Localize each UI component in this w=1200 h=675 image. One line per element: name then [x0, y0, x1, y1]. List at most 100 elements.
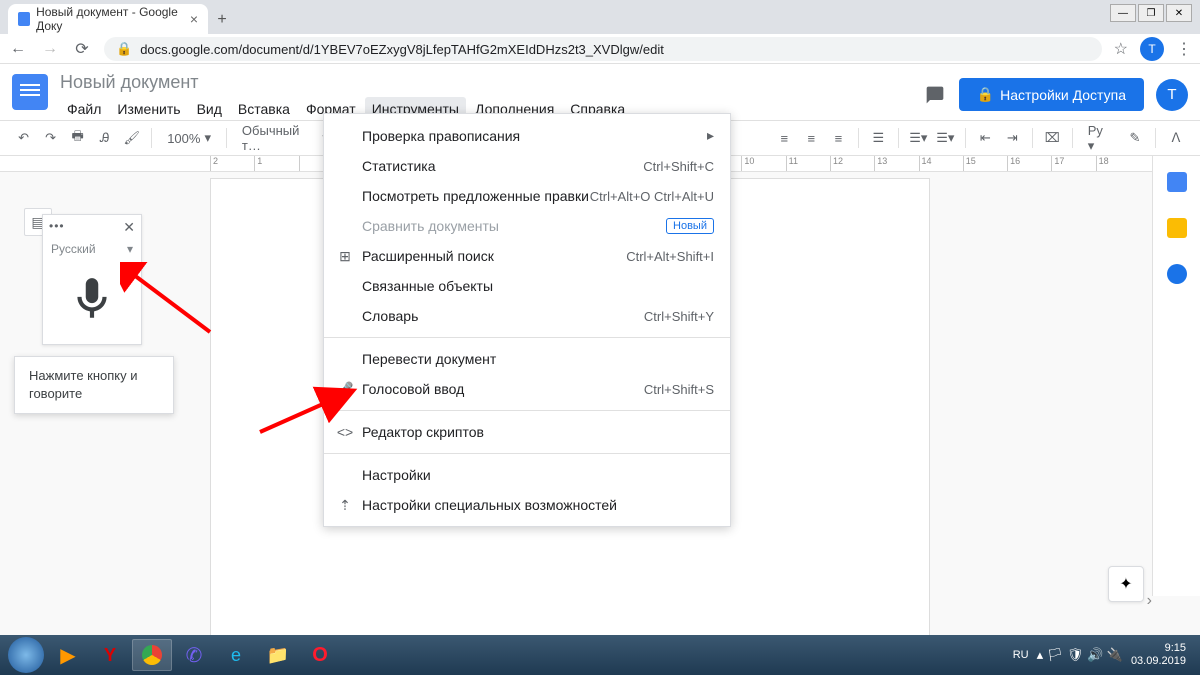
dropdown-item-label: Расширенный поиск	[362, 248, 494, 264]
clear-format-button[interactable]: ⌧	[1041, 126, 1064, 150]
taskbar-explorer[interactable]: 📁	[258, 639, 298, 671]
dropdown-item-icon: ⇡	[336, 497, 354, 514]
bulleted-list-button[interactable]: ☰▾	[934, 126, 957, 150]
ruler-tick: 15	[963, 156, 1007, 171]
zoom-select[interactable]: 100% ▾	[160, 127, 218, 149]
dropdown-item[interactable]: Перевести документ	[324, 344, 730, 374]
taskbar-yandex[interactable]: Y	[90, 639, 130, 671]
dropdown-item-icon: 🎤	[336, 381, 354, 398]
tray-language[interactable]: RU	[1013, 649, 1029, 661]
dropdown-item[interactable]: СловарьCtrl+Shift+Y	[324, 301, 730, 331]
taskbar-media-player[interactable]: ▶	[48, 639, 88, 671]
spellcheck-button[interactable]: Ꭿ	[93, 126, 116, 150]
close-window-button[interactable]: ✕	[1166, 4, 1192, 22]
paint-format-button[interactable]: 🖌	[120, 126, 143, 150]
ruler-tick: 1	[254, 156, 298, 171]
collapse-toolbar-button[interactable]: ᐱ	[1164, 126, 1188, 150]
url-input[interactable]: 🔒 docs.google.com/document/d/1YBEV7oEZxy…	[104, 37, 1102, 61]
tab-title: Новый документ - Google Доку	[36, 5, 184, 33]
browser-menu-icon[interactable]: ⋮	[1176, 39, 1192, 59]
minimize-button[interactable]: —	[1110, 4, 1136, 22]
dropdown-separator	[324, 453, 730, 454]
ruler-tick: 11	[786, 156, 830, 171]
align-left-button[interactable]: ≡	[773, 126, 796, 150]
dropdown-shortcut: Ctrl+Shift+Y	[644, 309, 714, 324]
dropdown-item-label: Посмотреть предложенные правки	[362, 188, 589, 204]
dropdown-item-label: Проверка правописания	[362, 128, 520, 144]
numbered-list-button[interactable]: ☰▾	[907, 126, 930, 150]
dropdown-item-label: Редактор скриптов	[362, 424, 484, 440]
dropdown-item[interactable]: Связанные объекты	[324, 271, 730, 301]
dropdown-separator	[324, 337, 730, 338]
back-button[interactable]: ←	[8, 40, 28, 58]
taskbar-viber[interactable]: ✆	[174, 639, 214, 671]
redo-button[interactable]: ↷	[39, 126, 62, 150]
bookmark-icon[interactable]: ☆	[1114, 39, 1128, 59]
dropdown-item[interactable]: Посмотреть предложенные правкиCtrl+Alt+O…	[324, 181, 730, 211]
input-mode-select[interactable]: Ру ▾	[1081, 120, 1119, 157]
keep-addon-icon[interactable]	[1167, 218, 1187, 238]
taskbar-opera[interactable]: O	[300, 639, 340, 671]
indent-increase-button[interactable]: ⇥	[1001, 126, 1024, 150]
window-controls: — ❐ ✕	[1110, 4, 1192, 22]
tray-clock[interactable]: 9:15 03.09.2019	[1131, 642, 1186, 668]
dropdown-item-label: Связанные объекты	[362, 278, 493, 294]
comments-icon[interactable]	[923, 83, 947, 107]
voice-mic-button[interactable]	[43, 258, 141, 344]
voice-close-icon[interactable]: ✕	[123, 219, 135, 236]
dropdown-item[interactable]: СтатистикаCtrl+Shift+C	[324, 151, 730, 181]
line-spacing-button[interactable]: ☰	[867, 126, 890, 150]
indent-decrease-button[interactable]: ⇤	[974, 126, 997, 150]
start-button[interactable]	[6, 639, 46, 671]
menu-edit[interactable]: Изменить	[110, 97, 187, 121]
dropdown-item[interactable]: ⊞Расширенный поискCtrl+Alt+Shift+I	[324, 241, 730, 271]
ruler-tick: 10	[741, 156, 785, 171]
style-select[interactable]: Обычный т… ▾	[235, 120, 336, 156]
print-button[interactable]: 🖶	[66, 126, 89, 150]
voice-language-select[interactable]: Русский▾	[43, 240, 141, 258]
system-tray: RU ▴ 🏳 🛡 🔊 🔌 9:15 03.09.2019	[1013, 642, 1194, 668]
undo-button[interactable]: ↶	[12, 126, 35, 150]
docs-logo-icon[interactable]	[12, 74, 48, 110]
ruler-tick: 14	[919, 156, 963, 171]
account-avatar[interactable]: T	[1156, 79, 1188, 111]
tray-icons[interactable]: ▴ 🏳 🛡 🔊 🔌	[1037, 647, 1123, 663]
maximize-button[interactable]: ❐	[1138, 4, 1164, 22]
calendar-addon-icon[interactable]	[1167, 172, 1187, 192]
dropdown-item[interactable]: ⇡Настройки специальных возможностей	[324, 490, 730, 520]
reload-button[interactable]: ⟳	[72, 39, 92, 59]
dropdown-item-icon: <>	[336, 424, 354, 440]
align-right-button[interactable]: ≡	[827, 126, 850, 150]
browser-tab[interactable]: Новый документ - Google Доку ×	[8, 4, 208, 34]
url-text: docs.google.com/document/d/1YBEV7oEZxygV…	[140, 42, 664, 57]
voice-drag-handle[interactable]: •••	[49, 219, 65, 236]
menu-file[interactable]: Файл	[60, 97, 108, 121]
dropdown-item[interactable]: Настройки	[324, 460, 730, 490]
tasks-addon-icon[interactable]	[1167, 264, 1187, 284]
browser-profile-avatar[interactable]: T	[1140, 37, 1164, 61]
taskbar-chrome[interactable]	[132, 639, 172, 671]
dropdown-item[interactable]: <> Редактор скриптов	[324, 417, 730, 447]
forward-button[interactable]: →	[40, 40, 60, 58]
dropdown-item[interactable]: Проверка правописания▸	[324, 120, 730, 151]
dropdown-shortcut: Ctrl+Shift+C	[643, 159, 714, 174]
windows-taskbar: ▶ Y ✆ e 📁 O RU ▴ 🏳 🛡 🔊 🔌 9:15 03.09.2019	[0, 635, 1200, 675]
browser-chrome: Новый документ - Google Доку × + ← → ⟳ 🔒…	[0, 0, 1200, 64]
taskbar-ie[interactable]: e	[216, 639, 256, 671]
ruler-tick: 17	[1051, 156, 1095, 171]
share-button[interactable]: 🔒 Настройки Доступа	[959, 78, 1144, 111]
document-title[interactable]: Новый документ	[60, 70, 923, 95]
new-tab-button[interactable]: +	[208, 6, 236, 34]
menu-insert[interactable]: Вставка	[231, 97, 297, 121]
edit-mode-button[interactable]: ✎	[1123, 126, 1147, 150]
microphone-icon	[67, 274, 117, 324]
explore-button[interactable]: ✦	[1108, 566, 1144, 602]
menu-view[interactable]: Вид	[190, 97, 229, 121]
share-label: Настройки Доступа	[1000, 87, 1126, 103]
dropdown-item[interactable]: 🎤Голосовой вводCtrl+Shift+S	[324, 374, 730, 404]
align-center-button[interactable]: ≡	[800, 126, 823, 150]
dropdown-badge: Новый	[666, 218, 714, 234]
dropdown-shortcut: Ctrl+Shift+S	[644, 382, 714, 397]
tab-bar: Новый документ - Google Доку × +	[0, 0, 1200, 34]
tab-close-icon[interactable]: ×	[190, 11, 198, 27]
